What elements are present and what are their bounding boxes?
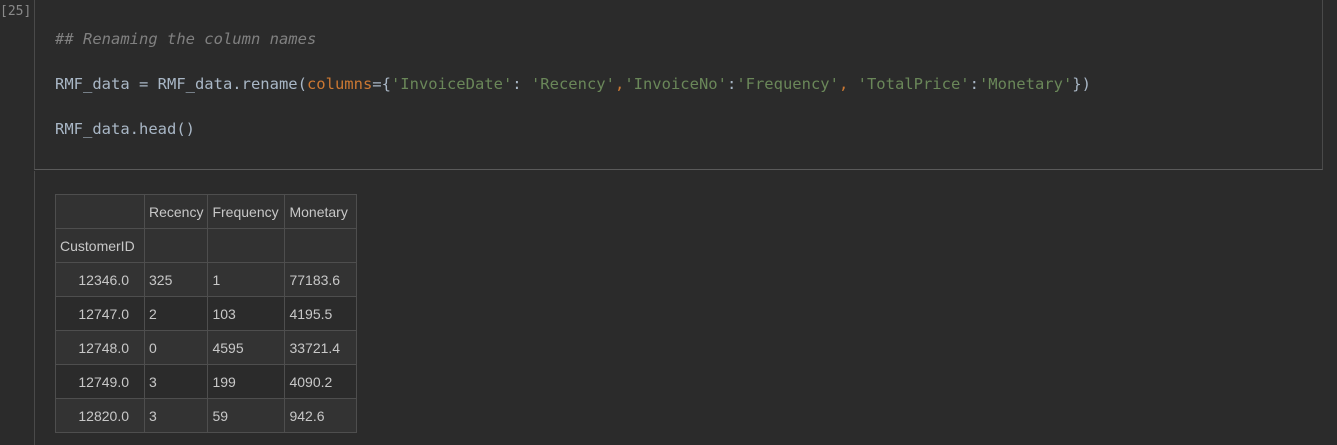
table-cell: 4595 <box>207 330 286 365</box>
table-cell: 4090.2 <box>284 364 358 399</box>
table-cell: 59 <box>207 398 286 433</box>
column-header: Monetary <box>284 194 358 229</box>
header-row: Recency Frequency Monetary <box>55 194 358 229</box>
empty-cell <box>207 228 286 263</box>
index-name-row: CustomerID <box>55 228 358 263</box>
code-token: : <box>726 75 737 93</box>
code-token: ={ <box>372 75 391 93</box>
cell-output: Recency Frequency Monetary CustomerID 12… <box>34 171 1337 445</box>
table-row: 12747.0 2 103 4195.5 <box>55 296 358 331</box>
table-cell: 942.6 <box>284 398 358 433</box>
code-token: 'InvoiceNo' <box>624 75 727 93</box>
table-cell: 0 <box>143 330 209 365</box>
code-head-line: RMF_data.head() <box>55 120 195 138</box>
column-header: Frequency <box>207 194 286 229</box>
dataframe-table: Recency Frequency Monetary CustomerID 12… <box>55 194 358 433</box>
table-row: 12749.0 3 199 4090.2 <box>55 364 358 399</box>
notebook-cell: [25] ## Renaming the column names RMF_da… <box>0 0 1337 445</box>
empty-cell <box>143 228 209 263</box>
table-cell: 77183.6 <box>284 262 358 297</box>
row-index: 12747.0 <box>55 296 145 331</box>
code-comment-line: ## Renaming the column names <box>55 30 317 48</box>
execution-count: [25] <box>0 4 32 19</box>
code-token: }) <box>1072 75 1091 93</box>
table-cell: 199 <box>207 364 286 399</box>
table-row: 12346.0 325 1 77183.6 <box>55 262 358 297</box>
corner-cell <box>55 194 145 229</box>
code-token: 'Frequency' <box>736 75 839 93</box>
table-cell: 325 <box>143 262 209 297</box>
row-index: 12346.0 <box>55 262 145 297</box>
code-token: 'Monetary' <box>978 75 1073 93</box>
column-header: Recency <box>143 194 209 229</box>
empty-cell <box>284 228 358 263</box>
row-index: 12749.0 <box>55 364 145 399</box>
code-token: 'InvoiceDate' <box>390 75 513 93</box>
table-row: 12748.0 0 4595 33721.4 <box>55 330 358 365</box>
code-token: , <box>838 75 858 93</box>
table-cell: 2 <box>143 296 209 331</box>
row-index: 12748.0 <box>55 330 145 365</box>
table-row: 12820.0 3 59 942.6 <box>55 398 358 433</box>
code-editor[interactable]: ## Renaming the column names RMF_data = … <box>34 0 1323 170</box>
table-cell: 3 <box>143 398 209 433</box>
index-name: CustomerID <box>55 228 145 263</box>
code-token: 'TotalPrice' <box>857 75 970 93</box>
row-index: 12820.0 <box>55 398 145 433</box>
table-cell: 3 <box>143 364 209 399</box>
table-cell: 103 <box>207 296 286 331</box>
code-rename-line: RMF_data = RMF_data.rename(columns={'Inv… <box>55 75 1091 93</box>
code-token: 'Recency' <box>530 75 615 93</box>
table-cell: 33721.4 <box>284 330 358 365</box>
code-token: : <box>512 75 531 93</box>
table-cell: 4195.5 <box>284 296 358 331</box>
code-token: columns <box>306 75 373 93</box>
table-cell: 1 <box>207 262 286 297</box>
code-token: : <box>969 75 979 93</box>
code-token: RMF_data = RMF_data.rename( <box>55 75 307 93</box>
code-token: , <box>614 75 625 93</box>
